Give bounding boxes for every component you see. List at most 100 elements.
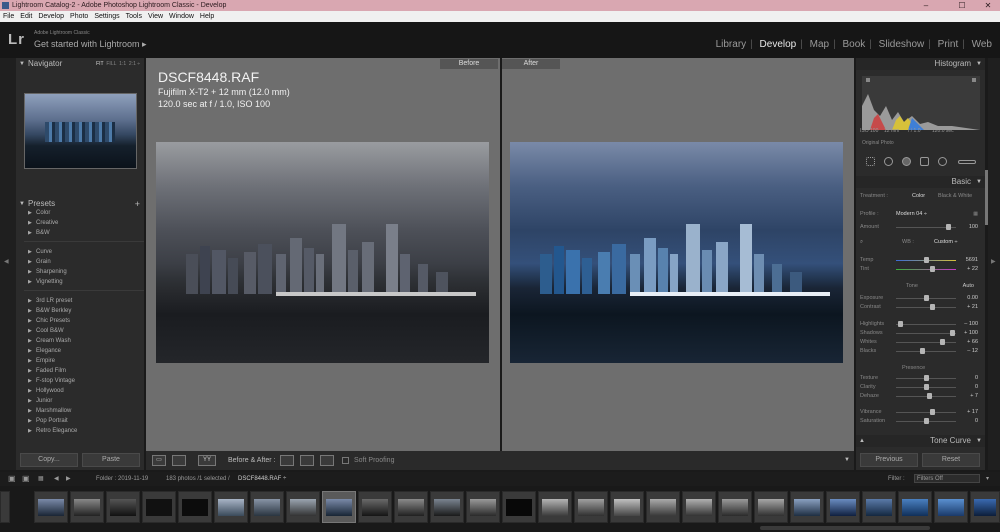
filmstrip-thumbnail[interactable]	[394, 491, 428, 523]
contrast-slider[interactable]: Contrast + 21	[860, 303, 980, 312]
get-started-link[interactable]: Get started with Lightroom ▸	[34, 39, 147, 50]
right-panel-scrollbar[interactable]	[985, 170, 988, 225]
secondary-display-2-icon[interactable]: ▣	[22, 472, 30, 486]
secondary-display-1-icon[interactable]: ▣	[8, 472, 16, 486]
zoom-1-1[interactable]: 1:1	[119, 61, 126, 67]
filter-lock-icon[interactable]: ▾	[986, 472, 989, 486]
spot-removal-icon[interactable]	[884, 157, 893, 166]
before-after-view-button[interactable]	[172, 455, 186, 466]
temp-slider[interactable]: Temp 5691	[860, 256, 980, 265]
preset-group[interactable]: ▶ Cool B&W	[24, 326, 144, 336]
filmstrip-thumbnail[interactable]	[934, 491, 968, 523]
menu-photo[interactable]: Photo	[67, 11, 91, 22]
preset-group[interactable]: ▶ Curve	[24, 247, 144, 257]
filmstrip-thumbnail[interactable]	[826, 491, 860, 523]
preset-group[interactable]: ▶ Empire	[24, 356, 144, 366]
menu-edit[interactable]: Edit	[17, 11, 35, 22]
selected-file[interactable]: DSCF8448.RAF ÷	[238, 472, 286, 486]
original-photo-toggle[interactable]: Original Photo	[862, 140, 894, 146]
after-photo[interactable]	[510, 142, 843, 363]
menu-view[interactable]: View	[145, 11, 166, 22]
crop-icon[interactable]	[866, 157, 875, 166]
tint-slider[interactable]: Tint + 22	[860, 265, 980, 274]
right-panel-toggle[interactable]: ▶	[988, 58, 1000, 470]
module-map[interactable]: Map	[810, 39, 829, 50]
module-book[interactable]: Book	[842, 39, 865, 50]
treatment-bw[interactable]: Black & White	[938, 192, 972, 201]
filmstrip-thumbnail[interactable]	[970, 491, 1000, 523]
preset-group[interactable]: ▶ Cream Wash	[24, 336, 144, 346]
preset-group[interactable]: ▶ 3rd LR preset	[24, 296, 144, 306]
filmstrip-thumbnail[interactable]	[646, 491, 680, 523]
module-print[interactable]: Print	[938, 39, 959, 50]
previous-button[interactable]: Previous	[860, 453, 918, 467]
zoom-2-1[interactable]: 2:1 ÷	[129, 61, 140, 67]
filmstrip-thumbnail[interactable]	[754, 491, 788, 523]
preset-group[interactable]: ▶ B&W	[24, 228, 144, 238]
preset-group[interactable]: ▶ Retro Elegance	[24, 426, 144, 436]
filmstrip-thumbnail[interactable]	[250, 491, 284, 523]
toolbar-menu-icon[interactable]: ▼	[844, 451, 850, 470]
blacks-slider[interactable]: Blacks – 12	[860, 347, 980, 356]
menu-window[interactable]: Window	[166, 11, 197, 22]
zoom-fill[interactable]: FILL	[106, 61, 116, 67]
before-after-mode-button[interactable]: YY	[198, 455, 216, 466]
filmstrip-thumbnail[interactable]	[286, 491, 320, 523]
profile-browser-icon[interactable]: ▦	[973, 210, 978, 219]
shadows-slider[interactable]: Shadows + 100	[860, 329, 980, 338]
filmstrip-thumbnail[interactable]	[70, 491, 104, 523]
preset-group[interactable]: ▶ Pop Portrait	[24, 416, 144, 426]
adjustment-brush-icon[interactable]	[958, 160, 976, 164]
close-button[interactable]: ✕	[976, 0, 1000, 11]
filmstrip-thumbnail[interactable]	[898, 491, 932, 523]
preset-group[interactable]: ▶ Vignetting	[24, 277, 144, 287]
vibrance-slider[interactable]: Vibrance + 17	[860, 408, 980, 417]
grid-view-icon[interactable]: ▦	[38, 472, 44, 486]
amount-slider[interactable]: Amount 100	[860, 223, 980, 232]
folder-label[interactable]: Folder : 2019-11-19	[96, 472, 148, 486]
basic-header[interactable]: Basic ▼	[856, 176, 985, 188]
minimize-button[interactable]: –	[914, 0, 938, 11]
filmstrip-thumbnail[interactable]	[610, 491, 644, 523]
menu-tools[interactable]: Tools	[123, 11, 145, 22]
image-view[interactable]: Before After DSCF8448.RAF Fujifilm X-T2 …	[146, 58, 854, 451]
module-library[interactable]: Library	[716, 39, 747, 50]
tone-curve-header[interactable]: ▲ Tone Curve ▼	[856, 435, 985, 447]
filmstrip-thumbnail[interactable]	[142, 491, 176, 523]
whites-slider[interactable]: Whites + 66	[860, 338, 980, 347]
radial-filter-icon[interactable]	[938, 157, 947, 166]
loupe-view-button[interactable]: ▭	[152, 455, 166, 466]
filmstrip-thumbnail[interactable]	[718, 491, 752, 523]
preset-group[interactable]: ▶ Junior	[24, 396, 144, 406]
before-photo[interactable]	[156, 142, 489, 363]
zoom-fit[interactable]: FIT	[96, 61, 104, 67]
filmstrip-thumbnail-selected[interactable]	[322, 491, 356, 523]
preset-group[interactable]: ▶ Grain	[24, 257, 144, 267]
back-arrow-icon[interactable]: ◀	[54, 472, 59, 486]
navigator-zoom-options[interactable]: FIT FILL 1:1 2:1 ÷	[96, 58, 140, 70]
preset-group[interactable]: ▶ B&W Berkley	[24, 306, 144, 316]
module-develop[interactable]: Develop	[760, 39, 797, 50]
treatment-color[interactable]: Color	[912, 192, 925, 201]
maximize-button[interactable]: ☐	[950, 0, 974, 11]
module-web[interactable]: Web	[972, 39, 992, 50]
histogram-graph[interactable]	[862, 76, 980, 130]
saturation-slider[interactable]: Saturation 0	[860, 417, 980, 426]
navigator-header[interactable]: ▼ Navigator FIT FILL 1:1 2:1 ÷	[16, 58, 144, 70]
texture-slider[interactable]: Texture 0	[860, 374, 980, 383]
module-slideshow[interactable]: Slideshow	[879, 39, 925, 50]
preset-group[interactable]: ▶ Sharpening	[24, 267, 144, 277]
preset-group[interactable]: ▶ Hollywood	[24, 386, 144, 396]
menu-help[interactable]: Help	[197, 11, 217, 22]
menu-settings[interactable]: Settings	[91, 11, 122, 22]
eyedropper-icon[interactable]: ⌕	[860, 238, 863, 247]
preset-group[interactable]: ▶ Chic Presets	[24, 316, 144, 326]
left-panel-toggle[interactable]: ◀	[0, 58, 16, 470]
filmstrip-thumbnail[interactable]	[214, 491, 248, 523]
exposure-slider[interactable]: Exposure 0.00	[860, 294, 980, 303]
soft-proofing-checkbox[interactable]	[342, 457, 349, 464]
histogram-header[interactable]: Histogram ▼	[856, 58, 985, 70]
preset-group[interactable]: ▶ Creative	[24, 218, 144, 228]
preset-group[interactable]: ▶ Elegance	[24, 346, 144, 356]
dehaze-slider[interactable]: Dehaze + 7	[860, 392, 980, 401]
